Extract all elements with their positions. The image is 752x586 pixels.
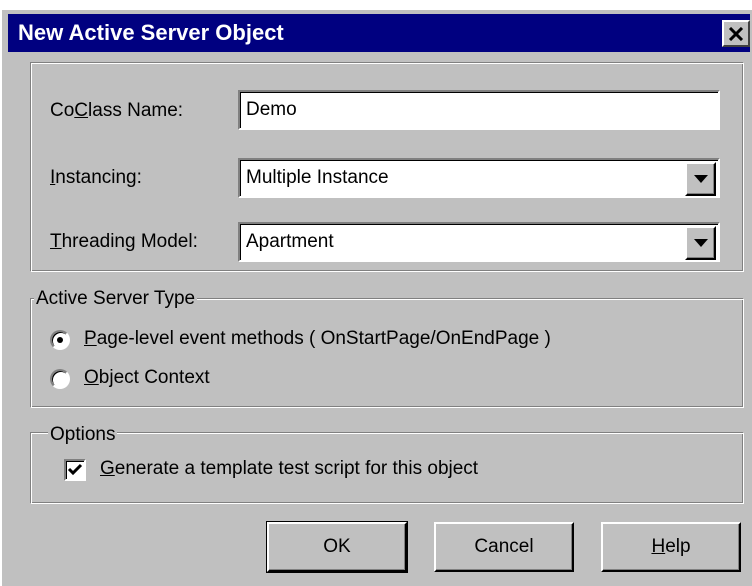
instancing-label: Instancing: bbox=[50, 167, 142, 188]
chevron-down-icon bbox=[693, 239, 708, 247]
coclass-name-input[interactable]: Demo bbox=[238, 90, 720, 130]
instancing-dropdown-button[interactable] bbox=[685, 162, 716, 196]
cancel-button[interactable]: Cancel bbox=[434, 522, 574, 572]
threading-model-value: Apartment bbox=[246, 231, 334, 252]
threading-model-select[interactable]: Apartment bbox=[238, 222, 720, 262]
generate-script-checkbox[interactable] bbox=[64, 459, 86, 481]
close-button[interactable] bbox=[722, 20, 750, 47]
coclass-name-label: CoClass Name: bbox=[50, 100, 184, 121]
close-icon bbox=[728, 26, 744, 41]
object-context-radio[interactable] bbox=[50, 369, 70, 389]
ok-button[interactable]: OK bbox=[266, 521, 408, 573]
chevron-down-icon bbox=[693, 175, 708, 183]
dialog-title: New Active Server Object bbox=[18, 20, 284, 45]
page-level-radio[interactable] bbox=[50, 330, 70, 350]
object-context-radio-label[interactable]: Object Context bbox=[84, 367, 210, 389]
options-legend: Options bbox=[48, 424, 118, 446]
active-server-type-legend: Active Server Type bbox=[34, 288, 198, 310]
checkmark-icon bbox=[67, 463, 83, 476]
radio-selected-dot bbox=[57, 337, 63, 343]
active-server-type-group bbox=[30, 298, 744, 408]
threading-dropdown-button[interactable] bbox=[685, 226, 716, 260]
page-level-radio-label[interactable]: Page-level event methods ( OnStartPage/O… bbox=[84, 328, 551, 350]
title-bar: New Active Server Object bbox=[8, 14, 750, 52]
instancing-value: Multiple Instance bbox=[246, 167, 389, 188]
instancing-select[interactable]: Multiple Instance bbox=[238, 158, 720, 198]
threading-model-label: Threading Model: bbox=[50, 231, 198, 252]
generate-script-label[interactable]: Generate a template test script for this… bbox=[100, 458, 478, 480]
help-button[interactable]: Help bbox=[601, 522, 741, 572]
coclass-name-value: Demo bbox=[246, 99, 297, 120]
